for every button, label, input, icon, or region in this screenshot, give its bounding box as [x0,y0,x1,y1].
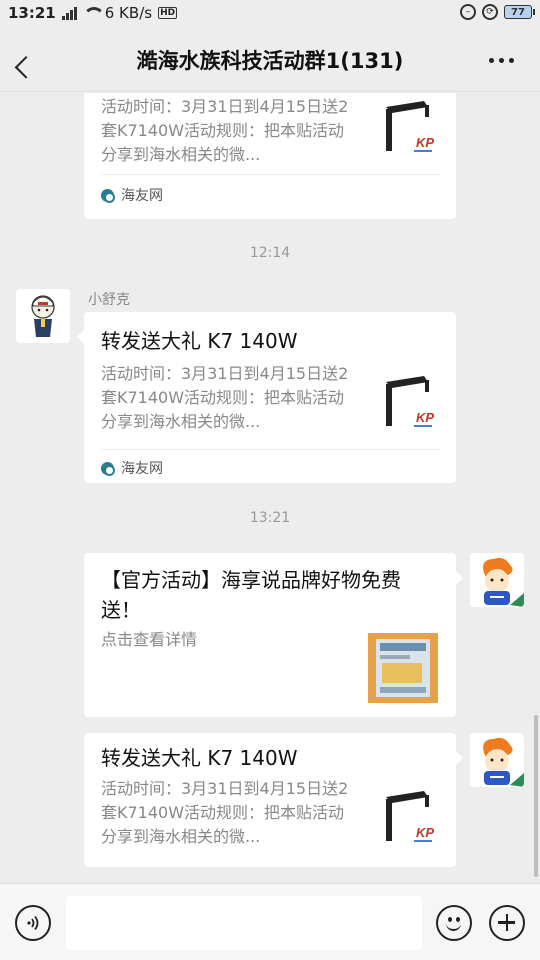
card-description: 活动时间：3月31日到4月15日送2套K7140W活动规则：把本贴活动分享到海水… [101,779,349,846]
chat-header: 澔海水族科技活动群1(131) [0,28,540,92]
voice-input-icon[interactable] [15,905,51,941]
card-description: 活动时间：3月31日到4月15日送2套K7140W活动规则：把本贴活动分享到海水… [101,364,349,431]
avatar[interactable] [470,553,524,607]
product-thumbnail [368,633,438,703]
source-label: 海友网 [121,188,163,204]
shared-link-card[interactable]: 活动时间：3月31日到4月15日送2套K7140W活动规则：把本贴活动分享到海水… [84,93,456,219]
hd-icon: HD [158,7,178,19]
product-thumbnail: KP [372,785,442,855]
shared-link-card[interactable]: 转发送大礼 K7 140W 活动时间：3月31日到4月15日送2套K7140W活… [84,733,463,867]
shared-link-card[interactable]: 转发送大礼 K7 140W 活动时间：3月31日到4月15日送2套K7140W活… [77,312,456,483]
more-icon[interactable] [489,58,514,63]
svg-text:KP: KP [416,825,434,840]
product-thumbnail: KP [372,95,442,165]
input-bar [0,883,540,960]
product-thumbnail: KP [372,370,442,440]
card-title: 转发送大礼 K7 140W [101,746,298,770]
avatar[interactable] [16,289,70,343]
card-divider [101,174,439,175]
add-more-icon[interactable] [489,905,525,941]
avatar[interactable] [470,733,524,787]
do-not-disturb-icon: – [460,4,476,20]
svg-text:KP: KP [416,410,434,425]
card-source: 海友网 [101,185,163,205]
lock-rotation-icon: ⟳ [482,4,498,20]
network-speed: 6 KB/s [104,4,153,22]
status-time: 13:21 [8,4,56,22]
timestamp: 12:14 [249,245,291,261]
source-label: 海友网 [121,461,163,477]
sender-name: 小舒克 [88,292,130,308]
timestamp: 13:21 [249,510,291,526]
svg-text:KP: KP [416,135,434,150]
card-title: 转发送大礼 K7 140W [101,329,298,353]
battery-icon: 77 [504,5,535,19]
wifi-icon [82,7,105,19]
scrollbar[interactable] [534,715,538,877]
message-input[interactable] [66,896,422,950]
signal-icon [61,6,77,20]
chat-title: 澔海水族科技活动群1(131) [136,49,404,73]
card-divider [101,449,439,450]
card-description: 点击查看详情 [101,630,198,649]
source-logo-icon [101,188,115,203]
card-title: 【官方活动】海享说品牌好物免费送！ [101,568,401,622]
card-source: 海友网 [101,458,163,478]
emoji-icon[interactable] [436,905,472,941]
shared-link-card[interactable]: 【官方活动】海享说品牌好物免费送！ 点击查看详情 [84,553,463,717]
status-bar: 13:21 6 KB/s HD – ⟳ 77 [0,0,540,28]
source-logo-icon [101,461,115,476]
card-description: 活动时间：3月31日到4月15日送2套K7140W活动规则：把本贴活动分享到海水… [101,97,349,164]
chat-area[interactable]: 活动时间：3月31日到4月15日送2套K7140W活动规则：把本贴活动分享到海水… [0,93,540,883]
